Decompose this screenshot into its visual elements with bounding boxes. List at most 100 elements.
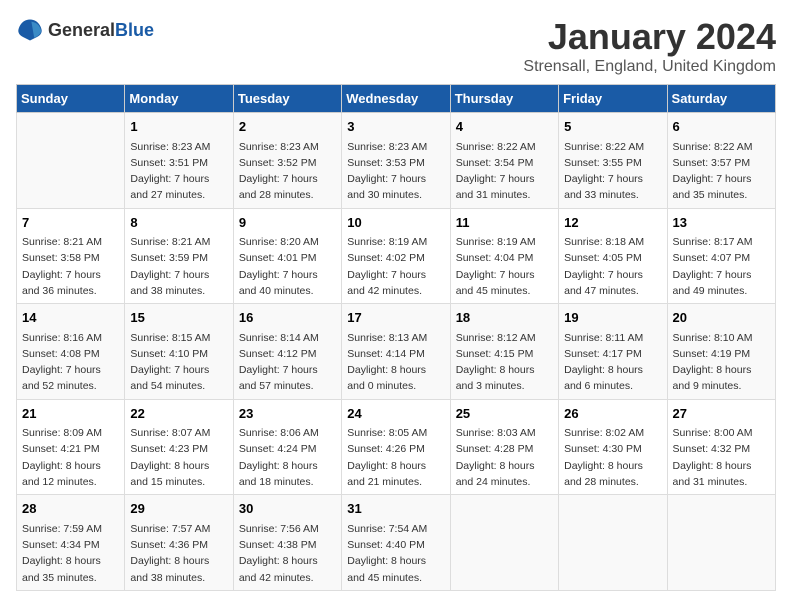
col-tuesday: Tuesday (233, 85, 341, 113)
sunset: Sunset: 4:02 PM (347, 252, 425, 264)
col-saturday: Saturday (667, 85, 775, 113)
day-info: Sunrise: 8:11 AM Sunset: 4:17 PM Dayligh… (564, 330, 661, 395)
sunrise: Sunrise: 8:18 AM (564, 236, 644, 248)
day-info: Sunrise: 8:19 AM Sunset: 4:04 PM Dayligh… (456, 234, 553, 299)
sunset: Sunset: 4:34 PM (22, 539, 100, 551)
sunset: Sunset: 4:17 PM (564, 348, 642, 360)
sunset: Sunset: 4:12 PM (239, 348, 317, 360)
sunrise: Sunrise: 8:07 AM (130, 427, 210, 439)
title-area: January 2024 Strensall, England, United … (523, 16, 776, 76)
sunset: Sunset: 4:08 PM (22, 348, 100, 360)
sunrise: Sunrise: 8:14 AM (239, 332, 319, 344)
sunset: Sunset: 3:53 PM (347, 157, 425, 169)
day-info: Sunrise: 8:20 AM Sunset: 4:01 PM Dayligh… (239, 234, 336, 299)
sunset: Sunset: 3:55 PM (564, 157, 642, 169)
sunset: Sunset: 4:24 PM (239, 443, 317, 455)
table-row: 21 Sunrise: 8:09 AM Sunset: 4:21 PM Dayl… (17, 399, 125, 495)
table-row: 6 Sunrise: 8:22 AM Sunset: 3:57 PM Dayli… (667, 113, 775, 209)
sunset: Sunset: 3:54 PM (456, 157, 534, 169)
calendar-week-row: 21 Sunrise: 8:09 AM Sunset: 4:21 PM Dayl… (17, 399, 776, 495)
day-number: 22 (130, 404, 227, 424)
sunrise: Sunrise: 8:00 AM (673, 427, 753, 439)
sunrise: Sunrise: 8:23 AM (347, 141, 427, 153)
daylight: Daylight: 8 hours and 21 minutes. (347, 460, 426, 488)
sunset: Sunset: 4:26 PM (347, 443, 425, 455)
table-row (17, 113, 125, 209)
sunset: Sunset: 4:10 PM (130, 348, 208, 360)
table-row: 10 Sunrise: 8:19 AM Sunset: 4:02 PM Dayl… (342, 208, 450, 304)
day-info: Sunrise: 8:07 AM Sunset: 4:23 PM Dayligh… (130, 425, 227, 490)
day-info: Sunrise: 8:22 AM Sunset: 3:57 PM Dayligh… (673, 139, 770, 204)
table-row: 4 Sunrise: 8:22 AM Sunset: 3:54 PM Dayli… (450, 113, 558, 209)
logo-blue: Blue (115, 20, 154, 40)
sunrise: Sunrise: 8:17 AM (673, 236, 753, 248)
table-row: 25 Sunrise: 8:03 AM Sunset: 4:28 PM Dayl… (450, 399, 558, 495)
table-row: 8 Sunrise: 8:21 AM Sunset: 3:59 PM Dayli… (125, 208, 233, 304)
day-number: 29 (130, 499, 227, 519)
table-row: 2 Sunrise: 8:23 AM Sunset: 3:52 PM Dayli… (233, 113, 341, 209)
daylight: Daylight: 8 hours and 18 minutes. (239, 460, 318, 488)
month-title: January 2024 (523, 16, 776, 58)
table-row: 11 Sunrise: 8:19 AM Sunset: 4:04 PM Dayl… (450, 208, 558, 304)
table-row: 5 Sunrise: 8:22 AM Sunset: 3:55 PM Dayli… (559, 113, 667, 209)
col-friday: Friday (559, 85, 667, 113)
daylight: Daylight: 8 hours and 45 minutes. (347, 555, 426, 583)
sunrise: Sunrise: 8:05 AM (347, 427, 427, 439)
sunrise: Sunrise: 8:21 AM (22, 236, 102, 248)
daylight: Daylight: 8 hours and 42 minutes. (239, 555, 318, 583)
day-number: 18 (456, 308, 553, 328)
daylight: Daylight: 8 hours and 9 minutes. (673, 364, 752, 392)
sunrise: Sunrise: 7:59 AM (22, 523, 102, 535)
sunset: Sunset: 4:23 PM (130, 443, 208, 455)
day-number: 24 (347, 404, 444, 424)
daylight: Daylight: 7 hours and 45 minutes. (456, 269, 535, 297)
day-info: Sunrise: 8:17 AM Sunset: 4:07 PM Dayligh… (673, 234, 770, 299)
daylight: Daylight: 8 hours and 12 minutes. (22, 460, 101, 488)
day-number: 30 (239, 499, 336, 519)
daylight: Daylight: 7 hours and 52 minutes. (22, 364, 101, 392)
day-number: 11 (456, 213, 553, 233)
day-number: 6 (673, 117, 770, 137)
sunset: Sunset: 4:21 PM (22, 443, 100, 455)
day-info: Sunrise: 8:03 AM Sunset: 4:28 PM Dayligh… (456, 425, 553, 490)
day-info: Sunrise: 8:22 AM Sunset: 3:55 PM Dayligh… (564, 139, 661, 204)
daylight: Daylight: 7 hours and 30 minutes. (347, 173, 426, 201)
sunrise: Sunrise: 8:19 AM (456, 236, 536, 248)
sunrise: Sunrise: 7:56 AM (239, 523, 319, 535)
sunset: Sunset: 4:28 PM (456, 443, 534, 455)
daylight: Daylight: 8 hours and 6 minutes. (564, 364, 643, 392)
day-info: Sunrise: 8:02 AM Sunset: 4:30 PM Dayligh… (564, 425, 661, 490)
calendar-week-row: 28 Sunrise: 7:59 AM Sunset: 4:34 PM Dayl… (17, 495, 776, 591)
day-number: 15 (130, 308, 227, 328)
day-number: 2 (239, 117, 336, 137)
day-info: Sunrise: 8:05 AM Sunset: 4:26 PM Dayligh… (347, 425, 444, 490)
daylight: Daylight: 7 hours and 49 minutes. (673, 269, 752, 297)
logo-icon (16, 16, 44, 44)
day-number: 5 (564, 117, 661, 137)
table-row (559, 495, 667, 591)
day-number: 9 (239, 213, 336, 233)
daylight: Daylight: 7 hours and 36 minutes. (22, 269, 101, 297)
sunset: Sunset: 4:14 PM (347, 348, 425, 360)
sunrise: Sunrise: 8:10 AM (673, 332, 753, 344)
daylight: Daylight: 7 hours and 33 minutes. (564, 173, 643, 201)
day-info: Sunrise: 8:23 AM Sunset: 3:53 PM Dayligh… (347, 139, 444, 204)
sunset: Sunset: 3:59 PM (130, 252, 208, 264)
sunset: Sunset: 3:57 PM (673, 157, 751, 169)
sunset: Sunset: 4:30 PM (564, 443, 642, 455)
daylight: Daylight: 7 hours and 47 minutes. (564, 269, 643, 297)
sunrise: Sunrise: 8:12 AM (456, 332, 536, 344)
sunrise: Sunrise: 7:57 AM (130, 523, 210, 535)
day-number: 17 (347, 308, 444, 328)
table-row: 27 Sunrise: 8:00 AM Sunset: 4:32 PM Dayl… (667, 399, 775, 495)
calendar-week-row: 7 Sunrise: 8:21 AM Sunset: 3:58 PM Dayli… (17, 208, 776, 304)
sunset: Sunset: 4:19 PM (673, 348, 751, 360)
sunset: Sunset: 4:38 PM (239, 539, 317, 551)
day-number: 27 (673, 404, 770, 424)
day-info: Sunrise: 8:21 AM Sunset: 3:59 PM Dayligh… (130, 234, 227, 299)
daylight: Daylight: 7 hours and 28 minutes. (239, 173, 318, 201)
day-number: 10 (347, 213, 444, 233)
day-number: 13 (673, 213, 770, 233)
day-info: Sunrise: 8:12 AM Sunset: 4:15 PM Dayligh… (456, 330, 553, 395)
logo: GeneralBlue (16, 16, 154, 44)
